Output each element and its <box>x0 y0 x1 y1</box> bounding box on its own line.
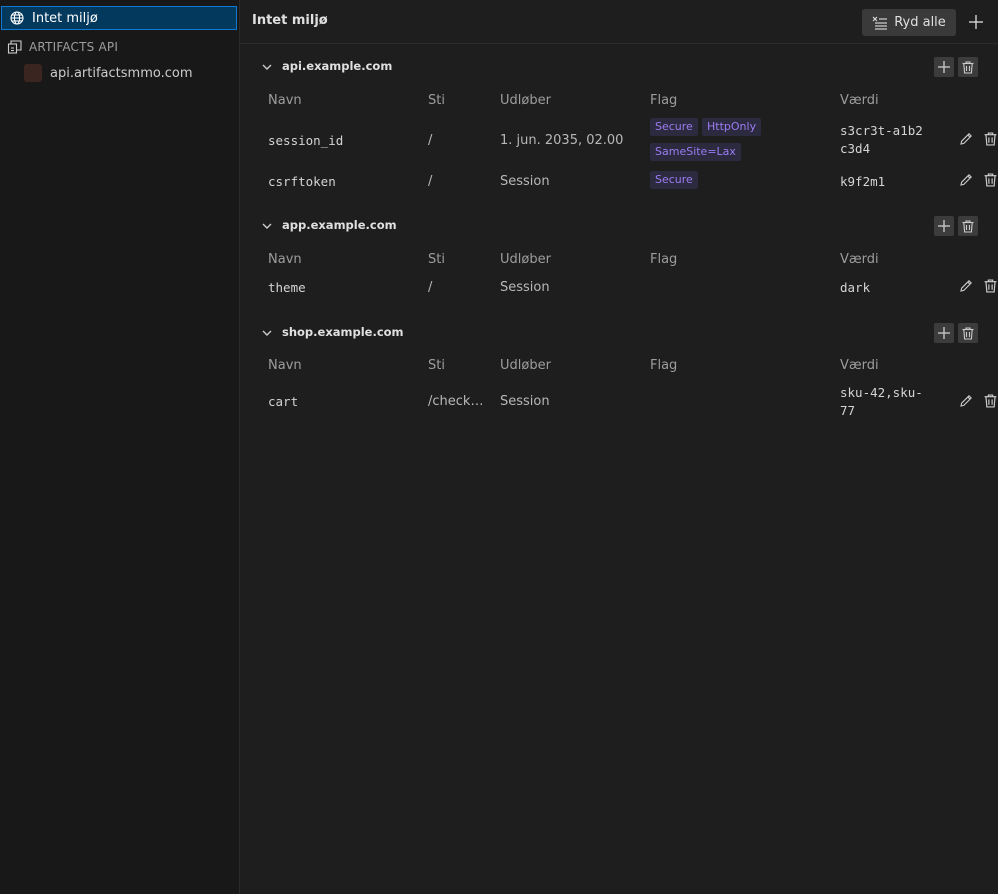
delete-trash-icon[interactable] <box>982 131 998 147</box>
column-path-header: Sti <box>428 93 445 108</box>
chevron-down-icon[interactable] <box>261 327 273 339</box>
sidebar: Intet miljø ARTIFACTS API api.artifactsm… <box>0 0 240 894</box>
cookie-expires: 1. jun. 2035, 02.00 <box>500 133 624 148</box>
collection-group-label: ARTIFACTS API <box>29 40 119 54</box>
domain-name: app.example.com <box>282 218 397 232</box>
collection-group-artifacts-api[interactable]: ARTIFACTS API <box>0 37 239 57</box>
domain-section: api.example.com Navn Sti Udløber Flag Væ… <box>240 57 998 197</box>
domain-section: shop.example.com Navn Sti Udløber Flag V… <box>240 323 998 423</box>
cookie-name: csrftoken <box>268 174 336 189</box>
delete-domain-trash-icon[interactable] <box>958 216 978 236</box>
cookie-value: s3cr3t-a1b2c3d4 <box>840 123 923 156</box>
cookie-value: dark <box>840 280 871 295</box>
column-expires-header: Udløber <box>500 358 551 373</box>
flag-badge: SameSite=Lax <box>650 143 741 161</box>
sidebar-item-api-artifactsmmo[interactable]: api.artifactsmmo.com <box>0 62 239 84</box>
cookie-path: / <box>428 174 433 189</box>
column-flags-header: Flag <box>650 93 678 108</box>
delete-trash-icon[interactable] <box>982 393 998 409</box>
domain-header[interactable]: api.example.com <box>240 57 998 77</box>
cookie-value: sku-42,sku-77 <box>840 385 923 418</box>
delete-trash-icon[interactable] <box>982 172 998 188</box>
domain-name: shop.example.com <box>282 325 404 339</box>
add-cookie-plus-icon[interactable] <box>934 323 954 343</box>
add-cookie-plus-icon[interactable] <box>934 57 954 77</box>
environment-label: Intet miljø <box>32 10 98 26</box>
globe-icon <box>10 11 24 25</box>
page-title: Intet miljø <box>252 13 328 28</box>
add-cookie-plus-icon[interactable] <box>934 216 954 236</box>
delete-domain-trash-icon[interactable] <box>958 57 978 77</box>
site-favicon-icon <box>24 64 42 82</box>
clear-all-label: Ryd alle <box>894 15 946 30</box>
chevron-down-icon[interactable] <box>261 220 273 232</box>
column-flags-header: Flag <box>650 252 678 267</box>
edit-pencil-icon[interactable] <box>958 172 974 188</box>
cookie-path: /check… <box>428 394 484 409</box>
cookie-expires: Session <box>500 394 550 409</box>
column-value-header: Værdi <box>840 252 879 267</box>
domain-section: app.example.com Navn Sti Udløber Flag Væ… <box>240 216 998 306</box>
delete-trash-icon[interactable] <box>982 278 998 294</box>
column-name-header: Navn <box>268 252 302 267</box>
add-cookie-plus-icon[interactable] <box>966 12 986 32</box>
cookie-expires: Session <box>500 280 550 295</box>
cookie-path: / <box>428 133 433 148</box>
column-expires-header: Udløber <box>500 93 551 108</box>
cookie-name: session_id <box>268 133 344 148</box>
column-flags-header: Flag <box>650 358 678 373</box>
column-path-header: Sti <box>428 252 445 267</box>
clear-all-icon <box>872 16 888 30</box>
edit-pencil-icon[interactable] <box>958 131 974 147</box>
domain-header[interactable]: app.example.com <box>240 216 998 236</box>
edit-pencil-icon[interactable] <box>958 278 974 294</box>
domain-header[interactable]: shop.example.com <box>240 323 998 343</box>
cookie-name: cart <box>268 394 299 409</box>
cookie-name: theme <box>268 280 306 295</box>
flag-badge: HttpOnly <box>702 118 762 136</box>
environment-item-no-environment[interactable]: Intet miljø <box>1 6 237 30</box>
collection-icon <box>7 39 23 55</box>
cookie-path: / <box>428 280 433 295</box>
domain-name: api.example.com <box>282 59 393 73</box>
flag-badge: Secure <box>650 118 698 136</box>
delete-domain-trash-icon[interactable] <box>958 323 978 343</box>
column-value-header: Værdi <box>840 93 879 108</box>
sidebar-item-label: api.artifactsmmo.com <box>50 65 193 81</box>
clear-all-button[interactable]: Ryd alle <box>862 9 956 36</box>
chevron-down-icon[interactable] <box>261 61 273 73</box>
column-name-header: Navn <box>268 358 302 373</box>
cookie-manager-panel: Intet miljø Ryd alle api.example.com Nav… <box>240 0 998 894</box>
edit-pencil-icon[interactable] <box>958 393 974 409</box>
column-path-header: Sti <box>428 358 445 373</box>
cookie-value: k9f2m1 <box>840 174 886 189</box>
panel-header: Intet miljø Ryd alle <box>240 0 998 44</box>
cookie-expires: Session <box>500 174 550 189</box>
flag-badge: Secure <box>650 171 698 189</box>
column-expires-header: Udløber <box>500 252 551 267</box>
column-value-header: Værdi <box>840 358 879 373</box>
column-name-header: Navn <box>268 93 302 108</box>
